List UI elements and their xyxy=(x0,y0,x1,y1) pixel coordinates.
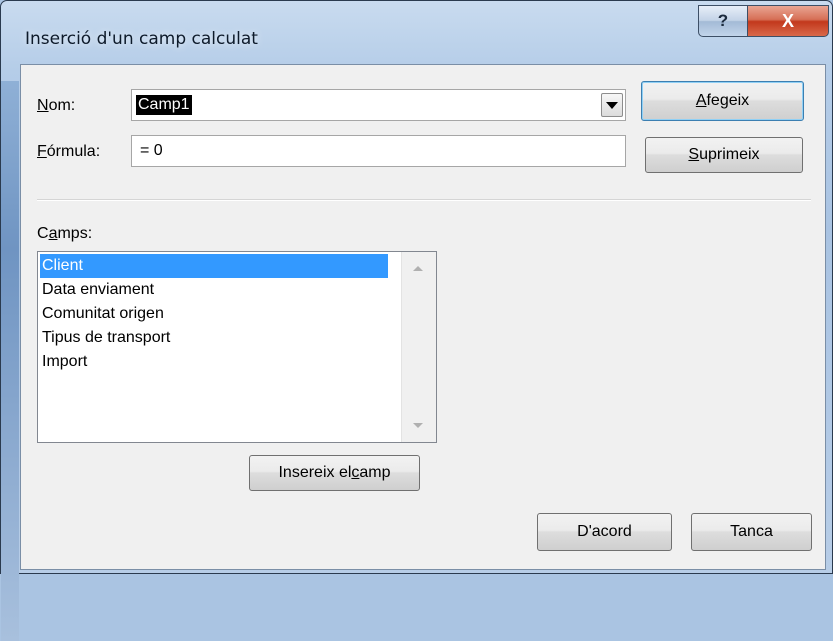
help-icon: ? xyxy=(717,11,729,30)
dialog-client-area: Nom: Camp1 Fórmula: = 0 Afegeix Suprimei… xyxy=(20,64,826,570)
name-combobox[interactable]: Camp1 xyxy=(131,89,626,121)
list-item[interactable]: Import xyxy=(40,350,388,374)
window-title: Inserció d'un camp calculat xyxy=(25,29,258,49)
fields-list: Client Data enviament Comunitat origen Tipu… xyxy=(40,254,388,374)
chevron-down-icon xyxy=(606,101,618,109)
fields-listbox[interactable]: Client Data enviament Comunitat origen Tipu… xyxy=(37,251,437,443)
fields-label: Camps: xyxy=(37,225,93,242)
scroll-up-icon[interactable] xyxy=(413,266,423,271)
close-button[interactable]: Tanca xyxy=(691,513,812,551)
insert-field-button[interactable]: Insereix el c amp xyxy=(249,455,420,491)
help-button[interactable]: ? xyxy=(698,5,748,37)
fields-scrollbar[interactable] xyxy=(401,252,436,442)
close-icon: X xyxy=(781,10,794,31)
list-item[interactable]: Client xyxy=(40,254,388,278)
list-item[interactable]: Comunitat origen xyxy=(40,302,388,326)
dialog-window: Inserció d'un camp calculat ? X Nom: Cam… xyxy=(0,0,833,641)
name-value: Camp1 xyxy=(136,95,192,115)
formula-input[interactable]: = 0 xyxy=(131,135,626,167)
ok-button[interactable]: D'acord xyxy=(537,513,672,551)
name-label: Nom: xyxy=(37,97,76,114)
window-frame-edge xyxy=(1,81,19,641)
name-dropdown-button[interactable] xyxy=(601,93,623,117)
add-button[interactable]: Afegeix xyxy=(641,81,804,121)
separator xyxy=(37,199,811,201)
close-window-button[interactable]: X xyxy=(747,5,829,37)
scroll-down-icon[interactable] xyxy=(413,423,423,428)
formula-label: Fórmula: xyxy=(37,143,101,160)
delete-button[interactable]: Suprimeix xyxy=(645,137,803,173)
list-item[interactable]: Tipus de transport xyxy=(40,326,388,350)
list-item[interactable]: Data enviament xyxy=(40,278,388,302)
